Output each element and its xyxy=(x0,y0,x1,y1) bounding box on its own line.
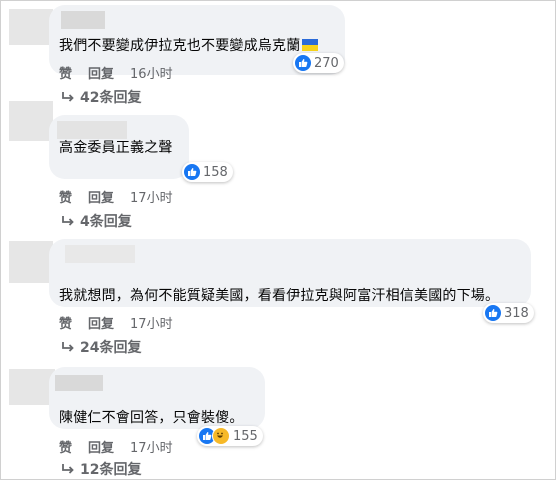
reaction-count[interactable]: 158 xyxy=(182,162,233,182)
reply-arrow-icon xyxy=(61,341,75,353)
avatar[interactable] xyxy=(9,101,53,141)
reply-button[interactable]: 回复 xyxy=(88,437,114,456)
reply-button[interactable]: 回复 xyxy=(88,63,114,82)
comment-bubble: 高金委員正義之聲 xyxy=(49,115,189,179)
comment-timestamp[interactable]: 17小时 xyxy=(130,313,173,332)
replies-count-label: 24条回复 xyxy=(80,340,142,356)
reply-button[interactable]: 回复 xyxy=(88,313,114,332)
comment-text: 高金委員正義之聲 xyxy=(59,137,173,157)
comment-text-content: 高金委員正義之聲 xyxy=(59,140,173,156)
like-button[interactable]: 赞 xyxy=(59,63,72,82)
view-replies-link[interactable]: 4条回复 xyxy=(61,211,132,231)
replies-count-label: 4条回复 xyxy=(80,214,132,230)
replies-count-label: 42条回复 xyxy=(80,90,142,106)
reaction-number: 270 xyxy=(314,55,339,71)
haha-reaction-icon xyxy=(212,427,230,445)
comment-actions: 赞 回复 17小时 xyxy=(59,437,173,456)
comment-timestamp[interactable]: 16小时 xyxy=(130,63,173,82)
comment-bubble: 我就想問，為何不能質疑美國，看看伊拉克與阿富汗相信美國的下場。 xyxy=(49,239,531,307)
comment-text-content: 我們不要變成伊拉克也不要變成烏克蘭 xyxy=(59,38,301,54)
comment-timestamp[interactable]: 17小时 xyxy=(130,187,173,206)
like-button[interactable]: 赞 xyxy=(59,187,72,206)
like-button[interactable]: 赞 xyxy=(59,437,72,456)
comment-bubble: 陳健仁不會回答，只會裝傻。 xyxy=(49,367,265,429)
comment-text: 陳健仁不會回答，只會裝傻。 xyxy=(59,407,244,427)
replies-count-label: 12条回复 xyxy=(80,462,142,478)
view-replies-link[interactable]: 24条回复 xyxy=(61,337,141,357)
reaction-number: 155 xyxy=(233,428,258,444)
like-reaction-icon xyxy=(485,305,501,321)
reply-arrow-icon xyxy=(61,463,75,475)
comments-panel: 我們不要變成伊拉克也不要變成烏克蘭 270 赞 回复 16小时 42条回复 高金… xyxy=(0,0,556,480)
like-reaction-icon xyxy=(295,55,311,71)
avatar[interactable] xyxy=(9,241,53,283)
comment-text: 我們不要變成伊拉克也不要變成烏克蘭 xyxy=(59,35,319,55)
comment-text-content: 陳健仁不會回答，只會裝傻。 xyxy=(59,410,244,426)
comment-actions: 赞 回复 17小时 xyxy=(59,187,173,206)
avatar[interactable] xyxy=(9,9,53,45)
reaction-count[interactable]: 155 xyxy=(197,426,263,446)
reaction-number: 158 xyxy=(203,164,228,180)
reply-arrow-icon xyxy=(61,215,75,227)
reaction-number: 318 xyxy=(504,305,529,321)
ukraine-flag-icon xyxy=(302,39,319,51)
reply-button[interactable]: 回复 xyxy=(88,187,114,206)
commenter-name-blurred[interactable] xyxy=(61,11,105,29)
commenter-name-blurred[interactable] xyxy=(55,375,103,391)
comment-timestamp[interactable]: 17小时 xyxy=(130,437,173,456)
reaction-count[interactable]: 318 xyxy=(483,303,534,323)
like-reaction-icon xyxy=(184,164,200,180)
view-replies-link[interactable]: 42条回复 xyxy=(61,87,141,107)
reply-arrow-icon xyxy=(61,91,75,103)
commenter-name-blurred[interactable] xyxy=(65,245,135,263)
view-replies-link[interactable]: 12条回复 xyxy=(61,459,141,479)
comment-text: 我就想問，為何不能質疑美國，看看伊拉克與阿富汗相信美國的下場。 xyxy=(59,285,499,305)
like-button[interactable]: 赞 xyxy=(59,313,72,332)
comment-text-content: 我就想問，為何不能質疑美國，看看伊拉克與阿富汗相信美國的下場。 xyxy=(59,288,500,304)
reaction-count[interactable]: 270 xyxy=(293,53,344,73)
comment-actions: 赞 回复 17小时 xyxy=(59,313,173,332)
comment-actions: 赞 回复 16小时 xyxy=(59,63,173,82)
